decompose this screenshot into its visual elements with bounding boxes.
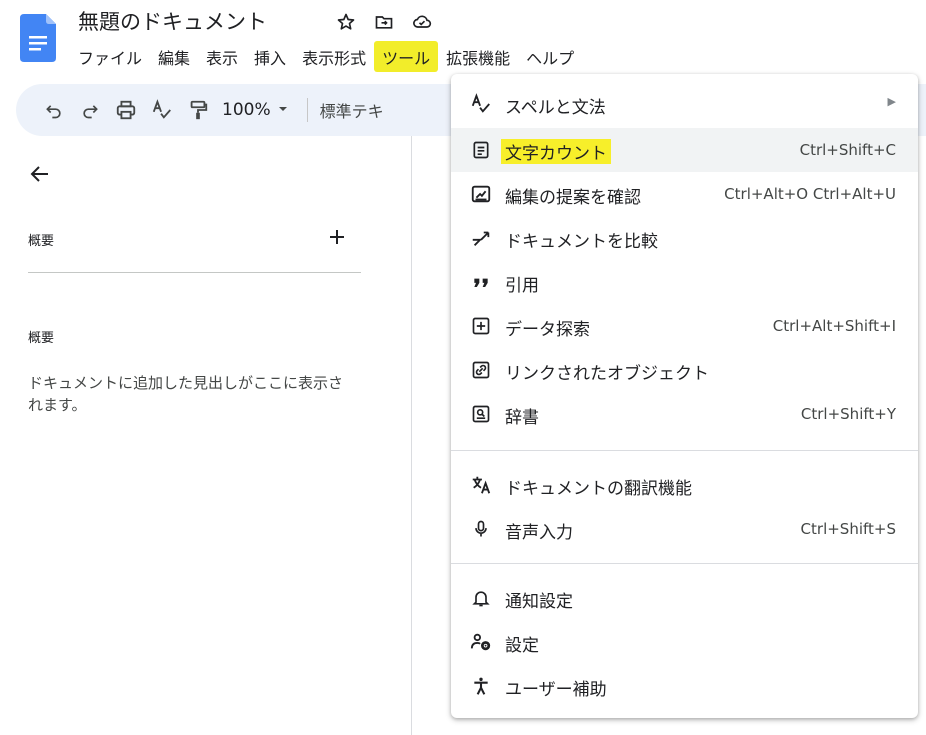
menu-item-shortcut: Ctrl+Alt+Shift+I — [772, 317, 896, 335]
menu-bar: ファイル 編集 表示 挿入 表示形式 ツール 拡張機能 ヘルプ — [70, 40, 582, 72]
menu-item-shortcut: Ctrl+Shift+S — [800, 520, 896, 538]
menu-item-label: データ探索 — [505, 320, 590, 340]
star-icon[interactable] — [334, 10, 358, 34]
menu-divider — [451, 563, 918, 564]
submenu-arrow-icon: ▶ — [887, 95, 896, 108]
title-actions — [334, 10, 434, 34]
compare-icon — [469, 226, 493, 250]
paint-format-icon[interactable] — [180, 92, 216, 128]
menu-item-label: 通知設定 — [505, 592, 573, 612]
paragraph-style-select[interactable]: 標準テキ — [320, 98, 384, 122]
zoom-select[interactable]: 100% — [222, 100, 289, 120]
menu-item-label: リンクされたオブジェクト — [505, 364, 709, 384]
translate-icon — [469, 473, 493, 497]
menu-item-linked-objects[interactable]: リンクされたオブジェクト — [451, 348, 918, 392]
menu-divider — [451, 450, 918, 451]
print-icon[interactable] — [108, 92, 144, 128]
menu-format[interactable]: 表示形式 — [294, 41, 374, 72]
menu-item-label: ドキュメントの翻訳機能 — [505, 479, 692, 499]
menu-item-review-suggestions[interactable]: 編集の提案を確認 Ctrl+Alt+O Ctrl+Alt+U — [451, 172, 918, 216]
add-summary-icon[interactable] — [326, 226, 348, 248]
outline-divider — [28, 272, 361, 273]
accessibility-icon — [469, 674, 493, 698]
menu-item-shortcut: Ctrl+Shift+C — [799, 141, 896, 159]
menu-item-label: スペルと文法 — [505, 98, 606, 118]
menu-item-translate[interactable]: ドキュメントの翻訳機能 — [451, 463, 918, 507]
menu-file[interactable]: ファイル — [70, 41, 150, 72]
menu-item-label: ユーザー補助 — [505, 680, 607, 700]
chevron-down-icon — [277, 100, 289, 120]
back-arrow-icon[interactable] — [28, 162, 52, 186]
move-to-folder-icon[interactable] — [372, 10, 396, 34]
spellcheck-icon — [469, 92, 493, 116]
menu-item-label: 引用 — [505, 276, 539, 296]
menu-item-voice-typing[interactable]: 音声入力 Ctrl+Shift+S — [451, 507, 918, 551]
menu-item-label: ドキュメントを比較 — [505, 232, 658, 252]
bell-icon — [469, 586, 493, 610]
menu-item-citations[interactable]: 引用 — [451, 260, 918, 304]
microphone-icon — [469, 517, 493, 541]
menu-item-accessibility[interactable]: ユーザー補助 — [451, 664, 918, 708]
outline-heading: 概要 — [28, 331, 55, 346]
redo-icon[interactable] — [72, 92, 108, 128]
menu-item-shortcut: Ctrl+Alt+O Ctrl+Alt+U — [724, 185, 896, 203]
undo-icon[interactable] — [36, 92, 72, 128]
menu-item-explore[interactable]: データ探索 Ctrl+Alt+Shift+I — [451, 304, 918, 348]
cloud-status-icon[interactable] — [410, 10, 434, 34]
dictionary-icon — [469, 402, 493, 426]
menu-extensions[interactable]: 拡張機能 — [438, 41, 518, 72]
menu-item-notification-settings[interactable]: 通知設定 — [451, 576, 918, 620]
zoom-value: 100% — [222, 100, 271, 120]
menu-edit[interactable]: 編集 — [150, 41, 198, 72]
docs-logo-icon[interactable] — [20, 14, 60, 66]
menu-item-label: 音声入力 — [505, 523, 573, 543]
menu-view[interactable]: 表示 — [198, 41, 246, 72]
review-suggestions-icon — [469, 182, 493, 206]
document-title[interactable]: 無題のドキュメント — [78, 6, 267, 36]
settings-icon — [469, 630, 493, 654]
outline-panel: 概要 概要 ドキュメントに追加した見出しがここに表示されます。 — [0, 136, 412, 735]
menu-item-label: 辞書 — [505, 408, 539, 428]
toolbar-divider — [306, 98, 308, 122]
menu-insert[interactable]: 挿入 — [246, 41, 294, 72]
docs-app: 無題のドキュメント ファイル 編集 表示 挿入 表示形式 ツール 拡張機能 ヘル… — [0, 0, 926, 735]
summary-heading: 概要 — [28, 234, 55, 249]
menu-item-shortcut: Ctrl+Shift+Y — [800, 405, 896, 423]
menu-tools[interactable]: ツール — [374, 40, 439, 72]
explore-icon — [469, 314, 493, 338]
menu-item-label: 設定 — [505, 636, 539, 656]
quote-icon — [469, 270, 493, 294]
menu-help[interactable]: ヘルプ — [518, 41, 582, 72]
menu-item-compare-documents[interactable]: ドキュメントを比較 — [451, 216, 918, 260]
menu-item-word-count[interactable]: 文字カウント Ctrl+Shift+C — [451, 128, 918, 172]
spellcheck-icon[interactable] — [144, 92, 180, 128]
menu-item-label: 編集の提案を確認 — [505, 188, 641, 208]
menu-item-preferences[interactable]: 設定 — [451, 620, 918, 664]
outline-empty-hint: ドキュメントに追加した見出しがここに表示されます。 — [28, 374, 344, 414]
menu-item-dictionary[interactable]: 辞書 Ctrl+Shift+Y — [451, 392, 918, 436]
word-count-icon — [469, 138, 493, 162]
menu-item-label: 文字カウント — [501, 139, 611, 164]
tools-menu: スペルと文法 ▶ 文字カウント Ctrl+Shift+C 編集の提案を確認 Ct… — [451, 74, 918, 718]
menu-item-spelling-grammar[interactable]: スペルと文法 ▶ — [451, 82, 918, 126]
linked-objects-icon — [469, 358, 493, 382]
